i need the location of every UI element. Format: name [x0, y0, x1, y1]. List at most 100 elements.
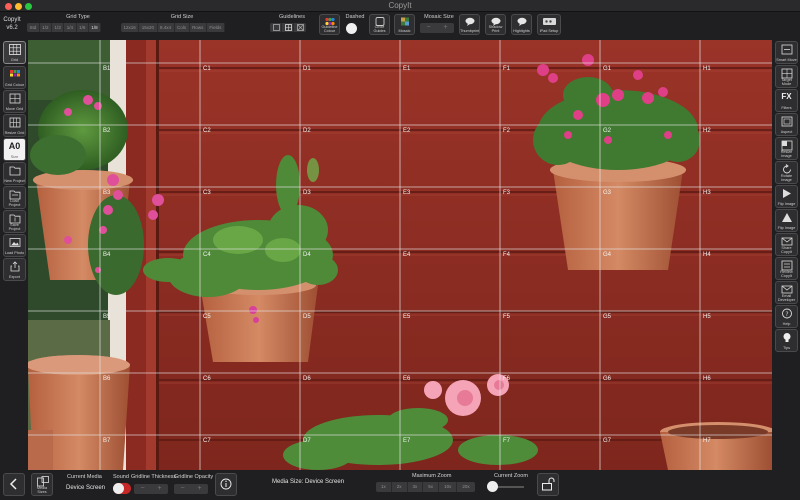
grid-cell-label: C2	[203, 128, 211, 134]
plus-icon[interactable]: +	[437, 23, 454, 33]
load-photo-button[interactable]: Load Photo	[3, 234, 26, 257]
grid-size-option[interactable]: 12x16	[121, 23, 140, 32]
share-button[interactable]: Share CopyIt	[775, 233, 798, 256]
grid-cell-label: D1	[303, 66, 311, 72]
ipad-setup-label: iPad Setup	[539, 29, 559, 33]
target-mode-button[interactable]: Target Mode	[775, 65, 798, 88]
paper-size-button[interactable]: A0 Size	[3, 138, 26, 161]
zoom-option[interactable]: 20x	[457, 482, 474, 492]
email-developer-button[interactable]: Email Developer	[775, 281, 798, 304]
grid-size-option[interactable]: Rows	[190, 23, 207, 32]
export-label: Export	[9, 275, 20, 279]
zoom-option[interactable]: 10x	[439, 482, 458, 492]
zoom-option[interactable]: 5x	[423, 482, 440, 492]
lock-button[interactable]	[537, 473, 559, 496]
sound-toggle[interactable]	[113, 483, 131, 494]
minus-icon[interactable]: −	[134, 484, 151, 494]
review-button[interactable]: Review CopyIt	[775, 257, 798, 280]
paper-size-icon: A0	[8, 141, 21, 151]
resize-image-button[interactable]: Resize Image	[775, 137, 798, 160]
grid-cell-label: F4	[503, 252, 511, 258]
grid-cell-label: E4	[403, 252, 411, 258]
move-grid-button[interactable]: Move Grid	[3, 90, 26, 113]
rotate-image-button[interactable]: Rotate Image	[775, 161, 798, 184]
thumbprint-button[interactable]: Thumbprint	[459, 14, 480, 35]
resize-grid-button[interactable]: Resize Grid	[3, 114, 26, 137]
grid-icon	[9, 44, 21, 55]
photo-canvas[interactable]: B1 B2 B3 B4 B5 B6 B7 C1 C2 C3 C4 C5 C6 C7 D1 D2 D3 D4 D5 D6…	[28, 40, 772, 470]
grid-cell-label: F6	[503, 376, 511, 382]
ipad-setup-button[interactable]: iPad Setup	[537, 14, 561, 35]
gridline-thickness-label: Gridline Thickness	[131, 474, 177, 480]
smart-move-button[interactable]: Smart Move	[775, 41, 798, 64]
grid-type-option[interactable]: 1/3	[52, 23, 65, 32]
load-project-button[interactable]: Load Project	[3, 186, 26, 209]
grid-cell-label: F5	[503, 314, 511, 320]
grid-cell-label: B2	[103, 128, 111, 134]
filters-button[interactable]: FX Filters	[775, 89, 798, 112]
grid-button[interactable]: Grid	[3, 41, 26, 64]
grid-type-label: Grid Type	[66, 14, 90, 20]
guideline-none-option[interactable]	[270, 23, 282, 32]
mosaic-label: Mosaic	[398, 29, 411, 33]
help-button[interactable]: ? Help	[775, 305, 798, 328]
current-zoom-slider-thumb[interactable]	[487, 481, 498, 492]
grid-cell-label: B5	[103, 314, 111, 320]
speech-bubble-icon	[517, 17, 527, 26]
info-button[interactable]	[215, 473, 237, 496]
zoom-option[interactable]: 1x	[376, 482, 392, 492]
grid-type-option[interactable]: 1/6	[77, 23, 89, 32]
grid-cell-label: D5	[303, 314, 311, 320]
tips-button[interactable]: Tips	[775, 329, 798, 352]
grid-cell-label: H7	[703, 438, 711, 444]
export-button[interactable]: Export	[3, 258, 26, 281]
guideline-cross-option[interactable]	[282, 23, 294, 32]
mosaic-button[interactable]: Mosaic	[394, 14, 415, 35]
grid-size-option[interactable]: 15x20	[139, 23, 158, 32]
window-title-bar: CopyIt	[0, 0, 800, 12]
grid-type-option-selected[interactable]: 1/8	[89, 23, 102, 32]
back-button[interactable]	[3, 473, 25, 496]
guideline-diagonal-option[interactable]	[294, 23, 306, 32]
media-sizes-label: Media Sizes	[36, 486, 48, 494]
maximum-zoom-selector[interactable]: 1x 2x 3x 5x 10x 20x	[376, 482, 475, 492]
grid-cell-label: E6	[403, 376, 411, 382]
guideline-colour-button[interactable]: Guideline Colour	[319, 14, 340, 35]
grid-cell-label: F3	[503, 190, 511, 196]
grid-colour-button[interactable]: Grid Colour	[3, 66, 26, 89]
new-project-button[interactable]: New Project	[3, 162, 26, 185]
shadow-print-button[interactable]: Shadow Print	[485, 14, 506, 35]
grid-size-option[interactable]: 8.4x4	[158, 23, 175, 32]
grid-size-option[interactable]: Cols	[175, 23, 190, 32]
dashed-toggle[interactable]	[346, 23, 357, 34]
speech-bubble-icon	[465, 17, 475, 26]
zoom-option[interactable]: 3x	[408, 482, 424, 492]
plus-icon[interactable]: +	[151, 484, 168, 494]
gridline-thickness-stepper[interactable]: − +	[134, 484, 168, 494]
grid-type-option[interactable]: 1/4	[64, 23, 77, 32]
grid-size-selector[interactable]: 12x16 15x20 8.4x4 Cols Rows Fields	[121, 23, 225, 32]
grid-type-option[interactable]: Std	[27, 23, 40, 32]
grid-size-option[interactable]: Fields	[207, 23, 225, 32]
sound-toggle-knob	[113, 483, 124, 494]
load-photo-label: Load Photo	[4, 251, 25, 255]
guideline-colour-label: Guideline Colour	[321, 25, 338, 33]
grid-cell-label: G1	[603, 66, 612, 72]
zoom-option[interactable]: 2x	[392, 482, 408, 492]
gridline-opacity-stepper[interactable]: − +	[174, 484, 208, 494]
highlights-button[interactable]: Highlights	[511, 14, 532, 35]
minus-icon[interactable]: −	[174, 484, 191, 494]
circle-guides-button[interactable]: Circle Guides	[369, 14, 390, 35]
flip-vertical-button[interactable]: Flip Image	[775, 209, 798, 232]
aspect-button[interactable]: Aspect	[775, 113, 798, 136]
save-project-button[interactable]: Save Project	[3, 210, 26, 233]
plus-icon[interactable]: +	[191, 484, 208, 494]
grid-type-selector[interactable]: Std 1/2 1/3 1/4 1/6 1/8	[27, 23, 102, 32]
mosaic-size-stepper[interactable]: − +	[420, 23, 454, 33]
grid-type-option[interactable]: 1/2	[40, 23, 53, 32]
guidelines-selector[interactable]	[270, 23, 306, 32]
flip-vertical-label: Flip Image	[777, 226, 796, 230]
flip-horizontal-button[interactable]: Flip Image	[775, 185, 798, 208]
media-sizes-button[interactable]: Media Sizes	[31, 473, 53, 496]
minus-icon[interactable]: −	[420, 23, 437, 33]
